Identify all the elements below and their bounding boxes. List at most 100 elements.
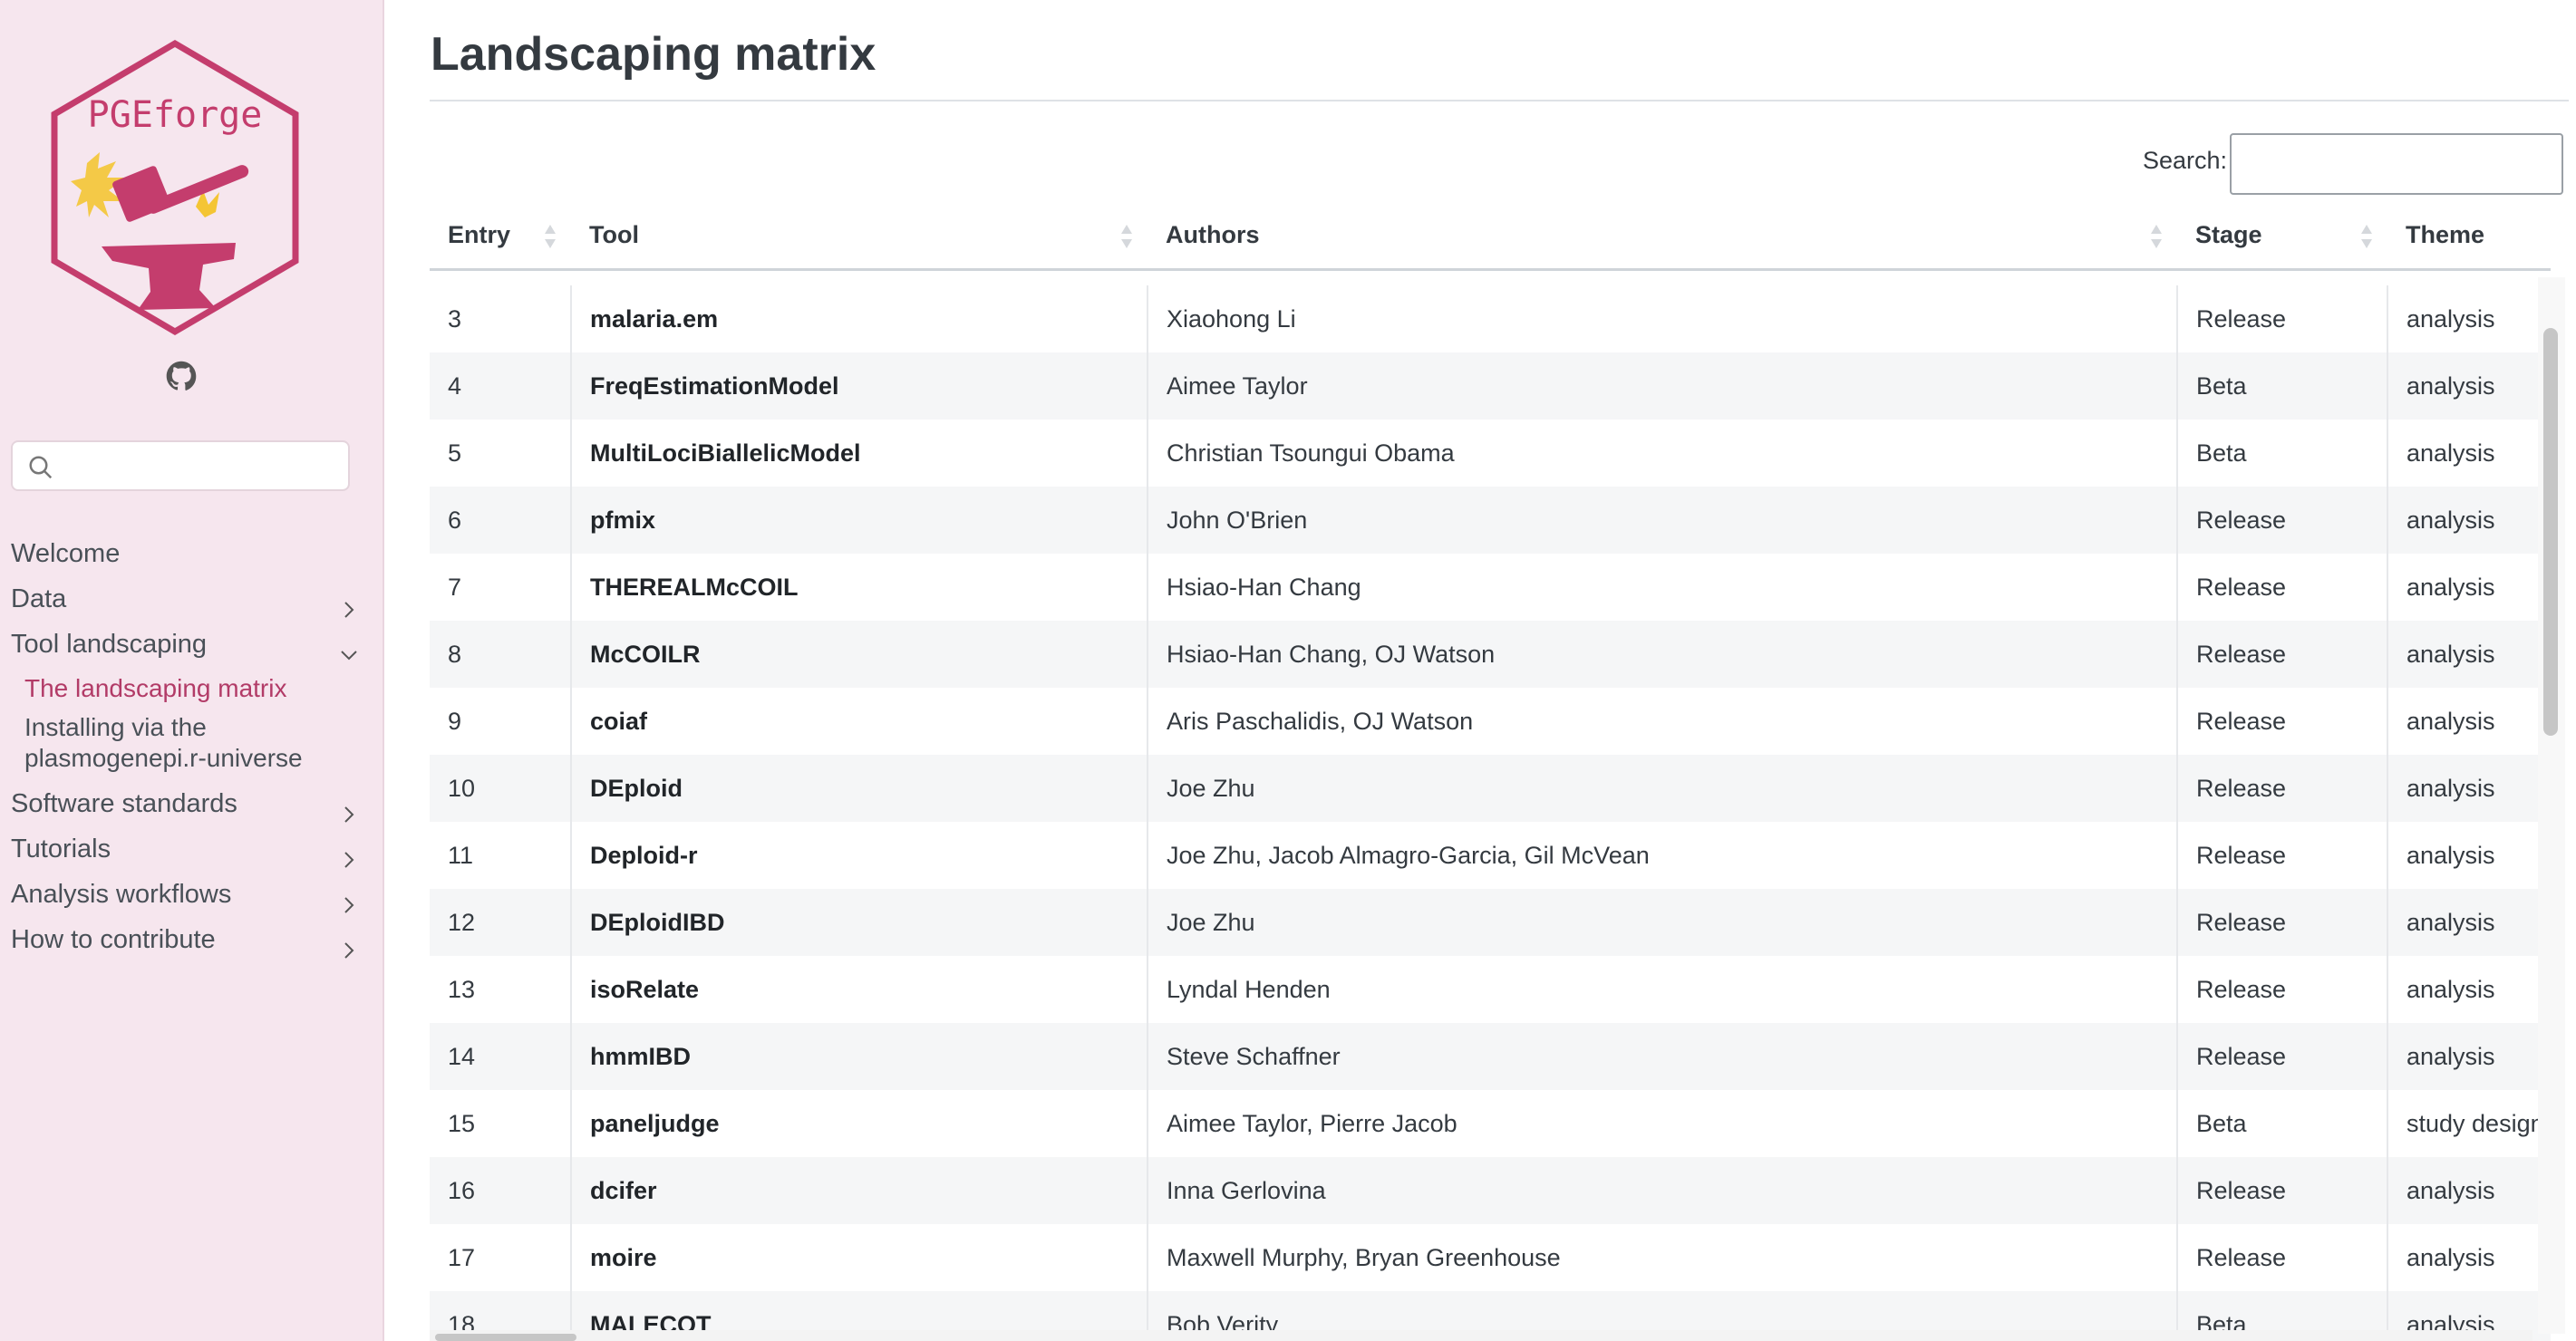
- cell-authors: Xiaohong Li: [1147, 285, 2177, 352]
- chevron-down-icon[interactable]: [339, 634, 359, 661]
- chevron-right-icon[interactable]: [339, 589, 359, 618]
- vertical-scrollbar-thumb[interactable]: [2543, 328, 2558, 736]
- cell-authors: Aimee Taylor, Pierre Jacob: [1147, 1090, 2177, 1157]
- column-header-entry[interactable]: Entry: [430, 201, 571, 271]
- table-row[interactable]: 11 Deploid-r Joe Zhu, Jacob Almagro-Garcia…: [430, 822, 2551, 889]
- column-header-tool[interactable]: Tool: [571, 201, 1148, 271]
- cell-entry: 5: [430, 420, 571, 487]
- cell-theme: analysis: [2387, 487, 2551, 554]
- chevron-right-icon[interactable]: [339, 794, 359, 823]
- cell-tool: pfmix: [570, 487, 1148, 554]
- github-icon[interactable]: [166, 361, 197, 391]
- cell-theme: analysis: [2387, 688, 2551, 755]
- horizontal-scrollbar[interactable]: [430, 1330, 2532, 1341]
- nav-sub-landscaping-matrix[interactable]: The landscaping matrix: [11, 667, 364, 710]
- column-header-theme[interactable]: Theme: [2387, 201, 2551, 271]
- table-row[interactable]: 7 THEREALMcCOIL Hsiao-Han Chang Release anal…: [430, 554, 2551, 621]
- sort-icon[interactable]: [1120, 223, 1133, 250]
- cell-tool: malaria.em: [570, 285, 1148, 352]
- cell-authors: Christian Tsoungui Obama: [1147, 420, 2177, 487]
- page-title: Landscaping matrix: [431, 28, 876, 81]
- table-row[interactable]: 4 FreqEstimationModel Aimee Taylor Beta anal…: [430, 352, 2551, 420]
- cell-entry: 14: [430, 1023, 571, 1090]
- table-row[interactable]: 16 dcifer Inna Gerlovina Release analysis: [430, 1157, 2551, 1224]
- nav-sub-label-line2: plasmogenepi.r-universe: [24, 744, 303, 772]
- table-row[interactable]: 17 moire Maxwell Murphy, Bryan Greenhouse R…: [430, 1224, 2551, 1291]
- sort-icon[interactable]: [544, 223, 557, 250]
- column-header-label: Stage: [2195, 220, 2262, 248]
- table-container: Entry Tool Authors Stage Theme 3 malaria…: [430, 201, 2569, 1341]
- cell-tool: THEREALMcCOIL: [570, 554, 1148, 621]
- sort-icon[interactable]: [2150, 223, 2163, 250]
- cell-entry: 9: [430, 688, 571, 755]
- table-row[interactable]: 3 malaria.em Xiaohong Li Release analysis: [430, 285, 2551, 352]
- cell-entry: 4: [430, 352, 571, 420]
- sidebar-nav: Welcome Data Tool landscaping The landsc…: [11, 531, 364, 962]
- cell-authors: Hsiao-Han Chang: [1147, 554, 2177, 621]
- cell-authors: John O'Brien: [1147, 487, 2177, 554]
- chevron-right-icon[interactable]: [339, 930, 359, 959]
- nav-item-how-to-contribute[interactable]: How to contribute: [11, 917, 364, 962]
- nav-item-analysis-workflows[interactable]: Analysis workflows: [11, 872, 364, 917]
- main-content: Landscaping matrix Search: Entry Tool Au…: [430, 0, 2569, 1341]
- landscaping-table: Entry Tool Authors Stage Theme 3 malaria…: [430, 201, 2551, 1341]
- pgeforge-logo[interactable]: PGEforge: [44, 36, 306, 344]
- column-header-label: Theme: [2406, 220, 2485, 248]
- cell-theme: analysis: [2387, 1157, 2551, 1224]
- nav-item-label: Tutorials: [11, 835, 111, 863]
- table-row[interactable]: 15 paneljudge Aimee Taylor, Pierre Jacob Be…: [430, 1090, 2551, 1157]
- column-header-stage[interactable]: Stage: [2177, 201, 2387, 271]
- cell-authors: Maxwell Murphy, Bryan Greenhouse: [1147, 1224, 2177, 1291]
- nav-item-label: Data: [11, 584, 67, 613]
- horizontal-scrollbar-thumb[interactable]: [435, 1334, 576, 1341]
- table-row[interactable]: 12 DEploidIBD Joe Zhu Release analysis: [430, 889, 2551, 956]
- table-row[interactable]: 14 hmmIBD Steve Schaffner Release analysis: [430, 1023, 2551, 1090]
- cell-theme: analysis: [2387, 755, 2551, 822]
- nav-item-welcome[interactable]: Welcome: [11, 531, 364, 576]
- nav-item-tool-landscaping[interactable]: Tool landscaping: [11, 622, 364, 667]
- cell-stage: Release: [2176, 621, 2387, 688]
- cell-tool: MultiLociBiallelicModel: [570, 420, 1148, 487]
- table-row[interactable]: 5 MultiLociBiallelicModel Christian Tsoung…: [430, 420, 2551, 487]
- sidebar: PGEforge Welcome Data Tool landscaping T…: [0, 0, 384, 1341]
- cell-tool: DEploidIBD: [570, 889, 1148, 956]
- cell-authors: Steve Schaffner: [1147, 1023, 2177, 1090]
- column-header-label: Authors: [1166, 220, 1260, 248]
- table-row[interactable]: 8 McCOILR Hsiao-Han Chang, OJ Watson Releas…: [430, 621, 2551, 688]
- chevron-right-icon[interactable]: [339, 884, 359, 913]
- nav-item-tutorials[interactable]: Tutorials: [11, 826, 364, 872]
- chevron-right-icon[interactable]: [339, 839, 359, 868]
- nav-item-label: How to contribute: [11, 925, 216, 954]
- nav-item-software-standards[interactable]: Software standards: [11, 781, 364, 826]
- table-row[interactable]: 6 pfmix John O'Brien Release analysis: [430, 487, 2551, 554]
- cell-tool: moire: [570, 1224, 1148, 1291]
- cell-stage: Release: [2176, 487, 2387, 554]
- column-header-authors[interactable]: Authors: [1148, 201, 2177, 271]
- cell-stage: Release: [2176, 1224, 2387, 1291]
- cell-stage: Release: [2176, 554, 2387, 621]
- nav-sub-label: The landscaping matrix: [24, 674, 287, 702]
- nav-item-data[interactable]: Data: [11, 576, 364, 622]
- table-row[interactable]: 9 coiaf Aris Paschalidis, OJ Watson Release…: [430, 688, 2551, 755]
- cell-entry: 7: [430, 554, 571, 621]
- table-search-input[interactable]: [2230, 133, 2563, 195]
- cell-stage: Release: [2176, 889, 2387, 956]
- search-icon: [27, 454, 54, 481]
- cell-theme: analysis: [2387, 889, 2551, 956]
- cell-stage: Release: [2176, 956, 2387, 1023]
- cell-tool: McCOILR: [570, 621, 1148, 688]
- nav-item-label: Analysis workflows: [11, 880, 232, 909]
- table-row[interactable]: 10 DEploid Joe Zhu Release analysis: [430, 755, 2551, 822]
- cell-stage: Beta: [2176, 352, 2387, 420]
- nav-sub-label-line1: Installing via the: [24, 713, 207, 741]
- nav-item-label: Welcome: [11, 539, 121, 568]
- table-row[interactable]: 13 isoRelate Lyndal Henden Release analysis: [430, 956, 2551, 1023]
- cell-theme: analysis: [2387, 1023, 2551, 1090]
- table-header-row: Entry Tool Authors Stage Theme: [430, 201, 2551, 271]
- nav-sub-installing-r-universe[interactable]: Installing via the plasmogenepi.r-univer…: [11, 710, 364, 781]
- cell-tool: paneljudge: [570, 1090, 1148, 1157]
- title-divider: [430, 100, 2569, 101]
- sidebar-search-input[interactable]: [11, 440, 350, 491]
- sort-icon[interactable]: [2360, 223, 2373, 250]
- cell-theme: analysis: [2387, 420, 2551, 487]
